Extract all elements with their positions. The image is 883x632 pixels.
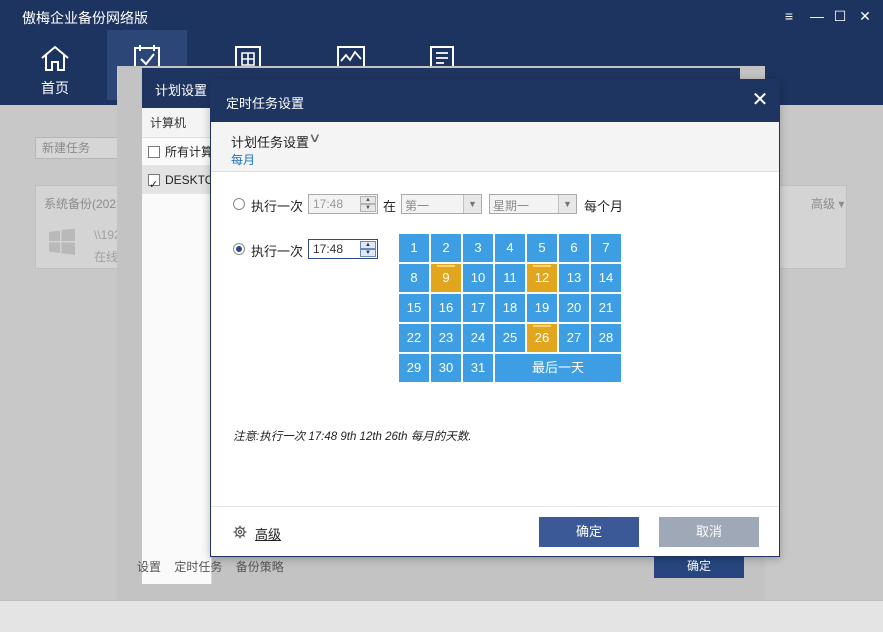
calendar-day-20[interactable]: 20	[559, 294, 589, 322]
calendar-day-2[interactable]: 2	[431, 234, 461, 262]
option-days-label: 执行一次	[251, 244, 304, 259]
dialog-titlebar: 定时任务设置 ✕	[211, 80, 779, 122]
time-down-icon[interactable]: ▼	[360, 249, 376, 257]
advanced-link[interactable]: 高级	[255, 524, 281, 543]
calendar-day-26[interactable]: 26	[527, 324, 557, 352]
weekday-value: 星期一	[493, 199, 530, 213]
option-weekday-radio[interactable]	[233, 198, 245, 210]
calendar-day-23[interactable]: 23	[431, 324, 461, 352]
calendar-day-3[interactable]: 3	[463, 234, 493, 262]
calendar-day-21[interactable]: 21	[591, 294, 621, 322]
option-days-radio[interactable]	[233, 243, 245, 255]
every-month-label: 每个月	[584, 199, 624, 214]
all-computers-row[interactable]: 所有计算机	[142, 138, 211, 166]
calendar-day-1[interactable]: 1	[399, 234, 429, 262]
plan-ok-button[interactable]: 确定	[654, 554, 744, 578]
menu-icon[interactable]: ≡	[780, 8, 798, 24]
calendar-day-17[interactable]: 17	[463, 294, 493, 322]
chevron-down-icon[interactable]: ∨	[308, 130, 321, 146]
at-label: 在	[383, 199, 397, 214]
week-ordinal-value: 第一	[405, 199, 430, 213]
app-footer	[0, 600, 883, 632]
calendar-day-16[interactable]: 16	[431, 294, 461, 322]
time-down-icon[interactable]: ▼	[360, 204, 376, 212]
schedule-type-label: 计划任务设置	[231, 135, 310, 150]
task-card-advanced[interactable]: 高级 ▾	[811, 195, 844, 212]
minimize-icon[interactable]: —	[808, 8, 826, 24]
dialog-close-icon[interactable]: ✕	[749, 89, 771, 111]
dialog-footer: 高级 确定 取消	[211, 506, 779, 556]
calendar-day-8[interactable]: 8	[399, 264, 429, 292]
calendar-day-28[interactable]: 28	[591, 324, 621, 352]
week-ordinal-select[interactable]: 第一 ▼	[401, 194, 482, 214]
schedule-note: 注意:执行一次 17:48 9th 12th 26th 每月的天数.	[233, 431, 472, 443]
calendar-day-27[interactable]: 27	[559, 324, 589, 352]
schedule-type-value: 每月	[231, 153, 256, 167]
app-title: 傲梅企业备份网络版	[22, 10, 148, 26]
calendar-day-9[interactable]: 9	[431, 264, 461, 292]
close-icon[interactable]: ✕	[856, 8, 874, 24]
settings-link[interactable]: 设置	[137, 560, 161, 574]
calendar-day-15[interactable]: 15	[399, 294, 429, 322]
option-weekday-time[interactable]: 17:48 ▲ ▼	[308, 194, 378, 214]
schedule-dialog: 定时任务设置 ✕ 计划任务设置 ∨ 每月 执行一次 17:48 ▲ ▼ 在 第一 …	[210, 79, 780, 557]
all-computers-label: 所有计算机	[165, 145, 211, 159]
calendar-day-18[interactable]: 18	[495, 294, 525, 322]
nav-home-label: 首页	[41, 80, 69, 96]
computer-name: DESKTOP	[165, 173, 211, 187]
home-icon	[41, 45, 69, 71]
calendar-day-7[interactable]: 7	[591, 234, 621, 262]
windows-logo-icon	[49, 228, 75, 255]
time-up-icon[interactable]: ▲	[360, 241, 376, 249]
calendar-day-10[interactable]: 10	[463, 264, 493, 292]
calendar-day-30[interactable]: 30	[431, 354, 461, 382]
gear-icon[interactable]	[233, 525, 247, 539]
chevron-down-icon: ▼	[463, 195, 481, 213]
all-computers-checkbox[interactable]	[148, 145, 160, 158]
calendar-day-19[interactable]: 19	[527, 294, 557, 322]
calendar-day-29[interactable]: 29	[399, 354, 429, 382]
maximize-icon[interactable]: ☐	[831, 8, 849, 24]
calendar-day-31[interactable]: 31	[463, 354, 493, 382]
calendar-last-day[interactable]: 最后一天	[495, 354, 621, 382]
plan-bottom-links: 设置 定时任务 备份策略	[137, 558, 294, 575]
calendar-day-4[interactable]: 4	[495, 234, 525, 262]
backup-strategy-link[interactable]: 备份策略	[236, 560, 284, 574]
calendar-day-22[interactable]: 22	[399, 324, 429, 352]
calendar-day-25[interactable]: 25	[495, 324, 525, 352]
cancel-button[interactable]: 取消	[659, 517, 759, 547]
computer-list: 计算机 所有计算机 DESKTOP	[142, 108, 212, 584]
calendar-day-6[interactable]: 6	[559, 234, 589, 262]
option-days-time[interactable]: 17:48 ▲ ▼	[308, 239, 378, 259]
weekday-select[interactable]: 星期一 ▼	[489, 194, 577, 214]
computer-row[interactable]: DESKTOP	[142, 166, 211, 194]
dialog-title: 定时任务设置	[226, 96, 305, 111]
computer-checkbox[interactable]	[148, 171, 160, 193]
ok-button[interactable]: 确定	[539, 517, 639, 547]
option-weekday-time-value: 17:48	[313, 197, 344, 211]
time-up-icon[interactable]: ▲	[360, 196, 376, 204]
calendar-day-13[interactable]: 13	[559, 264, 589, 292]
plan-dialog-title: 计划设置	[155, 83, 208, 98]
option-weekday-label: 执行一次	[251, 199, 304, 214]
nav-home[interactable]: 首页	[15, 30, 95, 100]
schedule-type-selector[interactable]: 计划任务设置 ∨ 每月	[211, 122, 779, 172]
schedule-link[interactable]: 定时任务	[174, 560, 222, 574]
calendar-day-14[interactable]: 14	[591, 264, 621, 292]
chevron-down-icon: ▼	[558, 195, 576, 213]
calendar-day-5[interactable]: 5	[527, 234, 557, 262]
computer-list-header: 计算机	[142, 108, 211, 138]
calendar-day-11[interactable]: 11	[495, 264, 525, 292]
task-card-title: 系统备份(202	[44, 197, 117, 211]
calendar-day-12[interactable]: 12	[527, 264, 557, 292]
task-card-status: 在线	[94, 250, 119, 264]
calendar-day-24[interactable]: 24	[463, 324, 493, 352]
option-days-time-value: 17:48	[313, 242, 344, 256]
